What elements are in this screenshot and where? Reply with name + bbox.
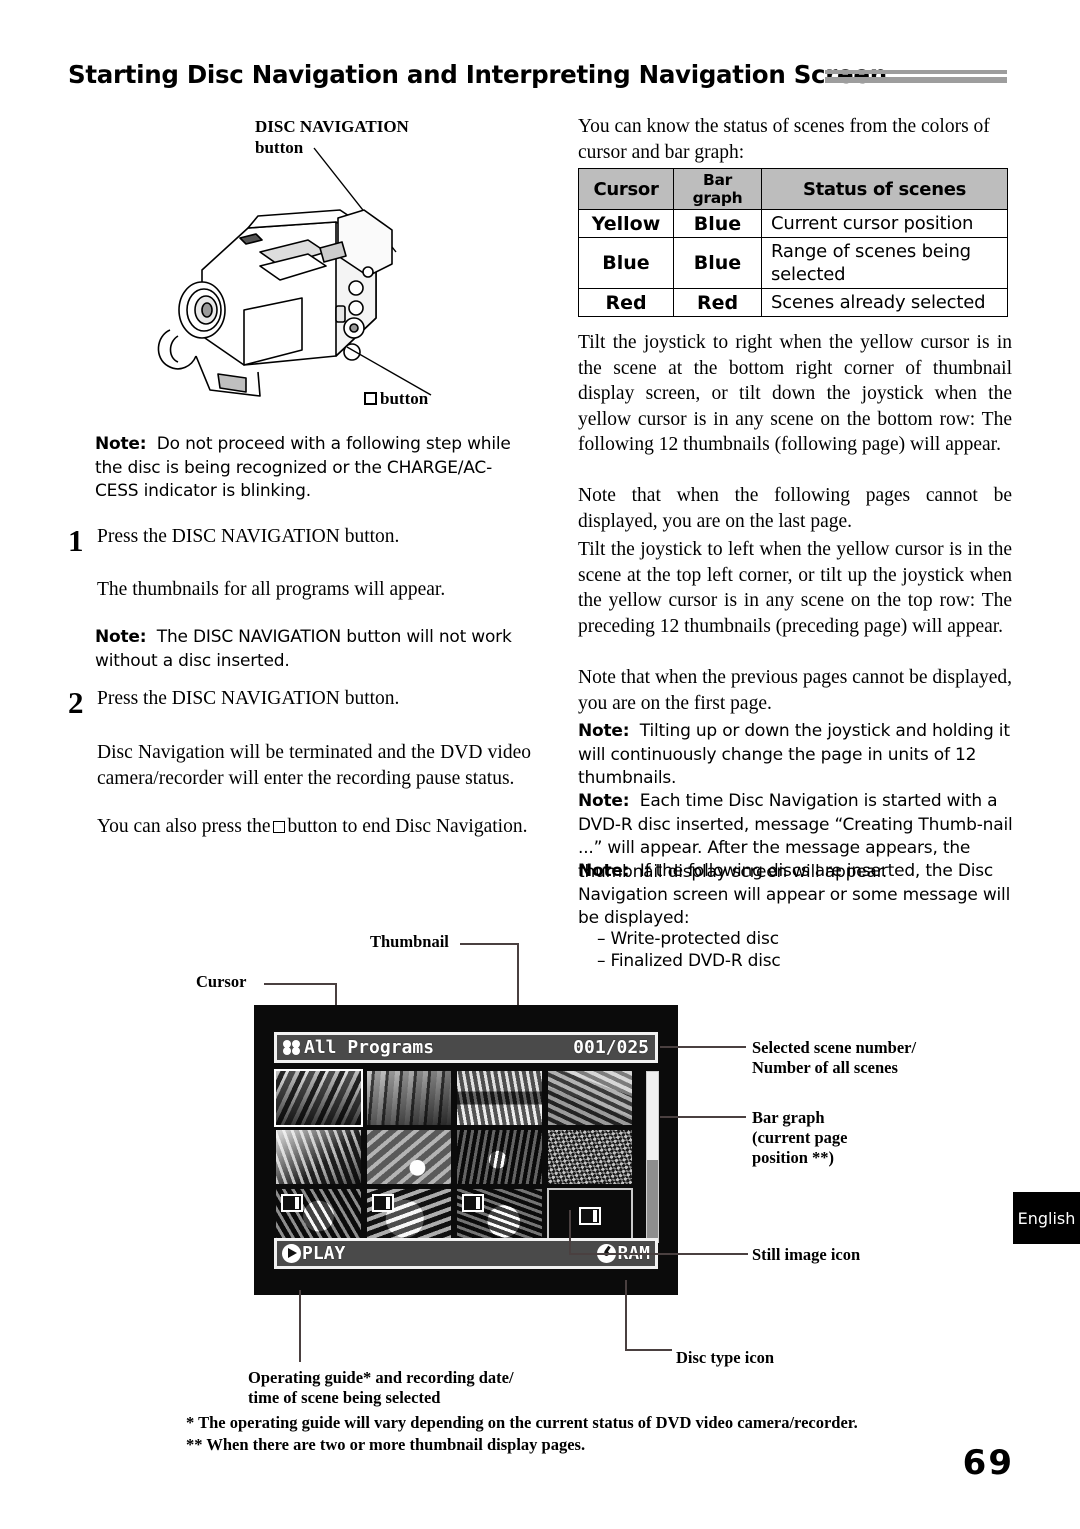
cell-status: Current cursor position — [761, 209, 1008, 238]
figure-label-disc-type-icon: Disc type icon — [676, 1348, 775, 1367]
page-number: 69 — [962, 1443, 1014, 1483]
note-5: Note: If the following discs are inserte… — [578, 861, 1011, 928]
cell-status: Range of scenes being selected — [761, 237, 1008, 289]
cell-bar-color: Red — [673, 288, 762, 317]
screen-title-group: All Programs — [283, 1037, 434, 1058]
right-para-2: Note that when the following pages canno… — [578, 485, 1012, 532]
operating-guide-leader-line — [299, 1290, 301, 1362]
cell-cursor-color: Yellow — [578, 209, 674, 238]
page-title: Starting Disc Navigation and Interpretin… — [68, 60, 887, 89]
operating-guide-text: PLAY — [302, 1243, 346, 1264]
scene-counter: 001/025 — [573, 1037, 649, 1058]
title-rule — [825, 70, 1007, 84]
all-programs-icon — [283, 1040, 300, 1055]
square-button-callout: button — [364, 388, 428, 409]
figure-label-operating-guide: Operating guide* and recording date/ tim… — [248, 1368, 514, 1407]
thumbnail-cell[interactable] — [274, 1069, 363, 1127]
table-row: Blue Blue Range of scenes being selected — [578, 237, 1008, 289]
th-bar-graph: Bar graph — [673, 168, 762, 210]
scene-number-leader-line — [660, 1046, 746, 1048]
step-1-text: Press the DISC NAVIGATION button. — [97, 526, 400, 547]
thumbnail-cell[interactable] — [366, 1189, 451, 1243]
step-2-number: 2 — [68, 685, 84, 720]
operating-guide-group: PLAY — [282, 1243, 345, 1264]
screen-title-text: All Programs — [304, 1037, 435, 1058]
still-image-icon — [371, 1194, 394, 1212]
cell-cursor-color: Blue — [578, 237, 674, 289]
manual-page: Starting Disc Navigation and Interpretin… — [0, 0, 1080, 1529]
step-2-result-a: Disc Navigation will be terminated and t… — [97, 742, 531, 789]
step-1-number: 1 — [68, 523, 84, 558]
thumbnail-cell[interactable] — [547, 1071, 632, 1125]
right-intro-text: You can know the status of scenes from t… — [578, 116, 990, 163]
scene-status-table: Cursor Bar graph Status of scenes Yellow… — [578, 168, 1008, 317]
figure-label-scene-number: Selected scene number/ Number of all sce… — [752, 1038, 917, 1077]
bar-graph-leader-line — [660, 1116, 746, 1118]
figure-label-cursor: Cursor — [196, 972, 247, 991]
cell-bar-color: Blue — [673, 209, 762, 238]
figure-label-bar-graph: Bar graph (current page position **) — [752, 1108, 848, 1167]
thumbnail-cell[interactable] — [547, 1130, 632, 1184]
th-cursor: Cursor — [578, 168, 674, 210]
figure-label-thumbnail: Thumbnail — [370, 932, 449, 951]
right-para-3: Tilt the joystick to left when the yello… — [578, 539, 1012, 637]
step-2-result-b: You can also press the button to end Disc… — [97, 816, 528, 837]
note-3: Note: Tilting up or down the joystick an… — [578, 721, 1010, 788]
screen-title-bar: All Programs 001/025 — [274, 1032, 658, 1063]
still-image-icon — [281, 1194, 303, 1212]
table-header-row: Cursor Bar graph Status of scenes — [578, 168, 1008, 210]
language-tab: English — [1013, 1192, 1080, 1244]
note-5-item-0: – Write-protected disc — [597, 929, 779, 949]
thumbnail-cell[interactable] — [276, 1130, 361, 1184]
thumbnail-cell[interactable] — [366, 1130, 451, 1184]
thumbnail-cell[interactable] — [276, 1189, 361, 1243]
note-1: Note: Do not proceed with a following st… — [95, 434, 511, 501]
disc-type-icon-leader-line — [625, 1280, 672, 1351]
square-button-inline-icon — [272, 821, 285, 833]
cell-status: Scenes already selected — [761, 288, 1008, 317]
thumbnail-cell[interactable] — [457, 1130, 542, 1184]
thumbnail-cell[interactable] — [457, 1071, 542, 1125]
right-para-4: Note that when the previous pages cannot… — [578, 667, 1012, 714]
play-icon — [282, 1244, 301, 1263]
thumbnail-cell[interactable] — [457, 1189, 542, 1243]
still-image-icon-leader-line — [569, 1210, 748, 1255]
note-5-item-1: – Finalized DVD-R disc — [597, 951, 781, 971]
step-1-result: The thumbnails for all programs will app… — [97, 579, 446, 600]
figure-label-still-image-icon: Still image icon — [752, 1245, 861, 1264]
th-status: Status of scenes — [761, 168, 1008, 210]
step-2-text: Press the DISC NAVIGATION button. — [97, 688, 400, 709]
table-row: Yellow Blue Current cursor position — [578, 209, 1008, 238]
still-image-icon — [462, 1194, 484, 1212]
cell-bar-color: Blue — [673, 237, 762, 289]
thumbnail-cell[interactable] — [366, 1071, 451, 1125]
footnote-2: ** When there are two or more thumbnail … — [186, 1435, 586, 1454]
note-2: Note: The DISC NAVIGATION button will no… — [95, 627, 512, 671]
cell-cursor-color: Red — [578, 288, 674, 317]
square-button-icon — [364, 392, 377, 405]
table-row: Red Red Scenes already selected — [578, 288, 1008, 317]
footnote-1: * The operating guide will vary dependin… — [186, 1413, 858, 1432]
right-para-1: Tilt the joystick to right when the yell… — [578, 332, 1012, 455]
